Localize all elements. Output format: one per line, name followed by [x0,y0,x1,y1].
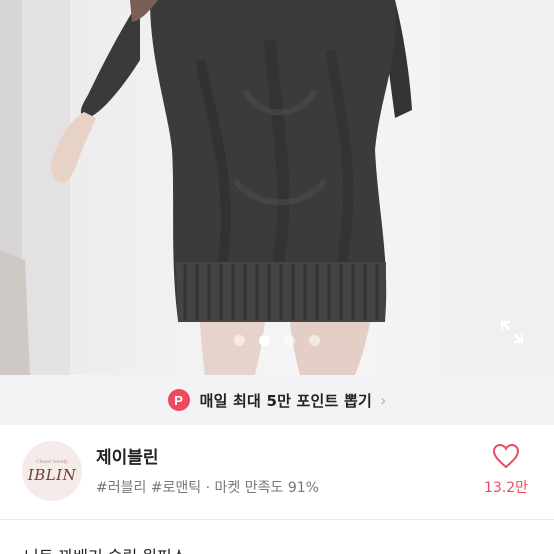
product-title-partial: 니트 꽈배기 슬림 원피스 [24,543,186,554]
like-button[interactable]: 13.2만 [478,443,534,503]
carousel-dot[interactable] [234,335,245,346]
product-image[interactable] [0,0,554,375]
point-promo-banner[interactable]: P 매일 최대 5만 포인트 뽑기 › [0,375,554,425]
carousel-dot-active[interactable] [259,335,270,346]
carousel-indicator [0,335,554,349]
promo-text: 매일 최대 5만 포인트 뽑기 [199,391,372,410]
carousel-dot[interactable] [284,335,295,346]
store-name[interactable]: 제이블린 [96,443,159,468]
product-photo-illustration [0,0,554,375]
store-logo-text: IBLIN [27,465,77,484]
heart-icon [492,443,520,469]
point-badge-icon: P [167,389,190,411]
store-tags: #러블리 #로맨틱 · 마켓 만족도 91% [96,480,319,496]
expand-button[interactable] [498,318,530,350]
store-logo[interactable]: Cheer lovely IBLIN [22,441,82,501]
chevron-right-icon: › [379,390,387,410]
store-logo-small-text: Cheer lovely [36,458,68,465]
store-info-row[interactable]: Cheer lovely IBLIN 제이블린 #러블리 #로맨틱 · 마켓 만… [0,425,554,520]
like-count: 13.2만 [483,480,529,496]
expand-icon [500,320,524,344]
carousel-dot[interactable] [309,335,320,346]
